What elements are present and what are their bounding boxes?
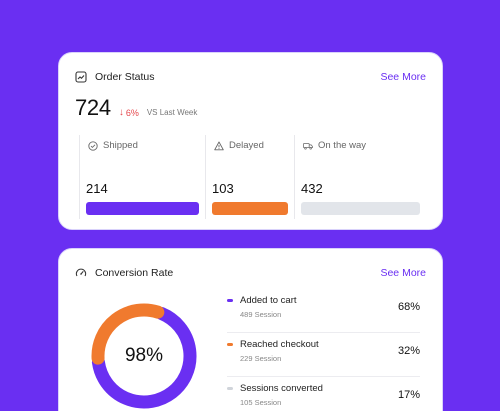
conversion-item-sessions: 489 Session	[240, 310, 282, 319]
status-label-shipped: Shipped	[88, 140, 138, 151]
conversion-list: Added to cart 489 Session 68% Reached ch…	[227, 289, 420, 411]
status-column-shipped: Shipped 214	[79, 135, 205, 219]
series-dot	[227, 299, 233, 302]
list-item: Sessions converted 105 Session 17%	[227, 377, 420, 411]
arrow-down-icon: ↓	[118, 107, 124, 118]
status-column-delayed: Delayed 103	[205, 135, 294, 219]
status-bar-on-the-way	[301, 202, 420, 215]
conversion-item-sessions: 229 Session	[240, 354, 282, 363]
order-status-card: Order Status See More 724 ↓ 6% VS Last W…	[58, 52, 443, 230]
conversion-item-percent: 68%	[397, 301, 420, 313]
order-status-columns: Shipped 214 Delayed 103 On the way 432	[79, 135, 426, 219]
conversion-see-more-link[interactable]: See More	[380, 267, 426, 279]
conversion-item-name: Sessions converted	[240, 383, 323, 394]
conversion-item-sessions: 105 Session	[240, 398, 282, 407]
status-label-on-the-way: On the way	[303, 140, 366, 151]
list-item: Reached checkout 229 Session 32%	[227, 333, 420, 377]
status-value-shipped: 214	[86, 181, 108, 196]
status-label-delayed: Delayed	[214, 140, 264, 151]
list-item: Added to cart 489 Session 68%	[227, 289, 420, 333]
gauge-icon	[75, 268, 87, 277]
order-delta-value: 6%	[125, 107, 139, 118]
conversion-item-percent: 32%	[397, 345, 420, 357]
truck-icon	[303, 142, 313, 150]
status-label-delayed-text: Delayed	[229, 140, 264, 151]
series-dot	[227, 387, 233, 390]
order-compare-label: VS Last Week	[146, 108, 198, 117]
conversion-item-name: Reached checkout	[240, 339, 319, 350]
order-total-row: 724 ↓ 6% VS Last Week	[75, 95, 197, 121]
status-bar-shipped	[86, 202, 199, 215]
status-column-on-the-way: On the way 432	[294, 135, 426, 219]
status-value-delayed: 103	[212, 181, 234, 196]
order-status-title: Order Status	[75, 71, 155, 83]
status-bar-delayed	[212, 202, 288, 215]
warning-triangle-icon	[214, 141, 224, 150]
order-total-value: 724	[75, 95, 111, 120]
conversion-center-value: 98%	[124, 345, 164, 366]
check-circle-icon	[88, 140, 98, 151]
status-label-on-the-way-text: On the way	[318, 140, 367, 151]
conversion-title-text: Conversion Rate	[95, 267, 174, 279]
conversion-rate-card: Conversion Rate See More 98% Added to ca…	[58, 248, 443, 411]
chart-report-icon	[75, 71, 87, 83]
series-dot	[227, 343, 233, 346]
status-label-shipped-text: Shipped	[103, 140, 138, 151]
conversion-header: Conversion Rate See More	[75, 267, 426, 279]
order-delta: ↓ 6%	[119, 107, 139, 118]
conversion-item-name: Added to cart	[240, 295, 297, 306]
order-status-title-text: Order Status	[95, 71, 155, 83]
status-value-on-the-way: 432	[301, 181, 323, 196]
order-status-see-more-link[interactable]: See More	[380, 71, 426, 83]
conversion-item-percent: 17%	[397, 389, 420, 401]
order-status-header: Order Status See More	[75, 71, 426, 83]
conversion-title: Conversion Rate	[75, 267, 173, 279]
